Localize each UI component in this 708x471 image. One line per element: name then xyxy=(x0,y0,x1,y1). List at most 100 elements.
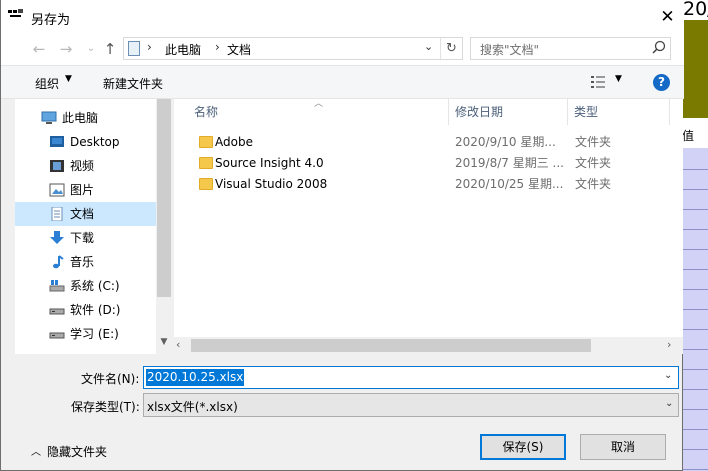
file-date: 2020/10/25 星期... xyxy=(455,177,564,191)
scroll-left-arrow-icon[interactable]: ‹ xyxy=(176,338,180,351)
background-cell xyxy=(682,330,708,350)
file-date: 2019/8/7 星期三 ... xyxy=(455,156,564,170)
excel-app-icon xyxy=(8,9,24,23)
background-cell xyxy=(682,190,708,210)
close-button[interactable]: ✕ xyxy=(651,0,684,33)
back-arrow-icon[interactable]: ← xyxy=(29,39,49,59)
file-type: 文件夹 xyxy=(575,156,612,170)
sidebar-item-videos[interactable]: 视频 xyxy=(15,154,156,178)
dialog-title: 另存为 xyxy=(31,13,71,28)
file-name: Visual Studio 2008 xyxy=(215,177,328,191)
table-row[interactable]: Visual Studio 2008 2020/10/25 星期... 文件夹 xyxy=(190,174,670,195)
chevron-down-icon[interactable]: ⌄ xyxy=(665,398,673,409)
search-input[interactable]: 搜索"文档" xyxy=(470,37,671,60)
background-cell xyxy=(682,250,708,270)
recent-dropdown-icon[interactable]: ⌄ xyxy=(81,39,101,59)
column-header-date[interactable]: 修改日期 xyxy=(455,99,503,125)
breadcrumb-documents[interactable]: 文档 xyxy=(227,41,251,58)
background-cell xyxy=(682,370,708,390)
sidebar-item-label: Desktop xyxy=(70,135,120,149)
column-divider[interactable] xyxy=(448,99,449,125)
column-divider[interactable] xyxy=(567,99,568,125)
download-icon xyxy=(50,231,64,244)
folder-icon xyxy=(199,157,213,169)
scrollbar-thumb[interactable] xyxy=(157,99,171,297)
folder-location-icon xyxy=(128,41,140,56)
file-date: 2020/9/10 星期... xyxy=(455,135,556,149)
hide-folders-label: 隐藏文件夹 xyxy=(47,445,108,459)
up-arrow-icon[interactable]: ↑ xyxy=(100,39,120,59)
address-bar[interactable]: › 此电脑 › 文档 ⌄ ↻ xyxy=(123,37,463,60)
sidebar-item-downloads[interactable]: 下载 xyxy=(15,226,156,250)
filetype-select[interactable]: xlsx文件(*.xlsx) ⌄ xyxy=(143,393,679,417)
sidebar-item-this-pc[interactable]: 此电脑 xyxy=(15,106,156,130)
drive-e-icon xyxy=(49,332,65,339)
sidebar-item-label: 学习 (E:) xyxy=(70,327,119,341)
file-type: 文件夹 xyxy=(575,177,612,191)
search-icon[interactable] xyxy=(650,39,668,57)
refresh-icon[interactable]: ↻ xyxy=(440,38,462,59)
background-cell xyxy=(682,310,708,330)
sidebar-item-drive-c[interactable]: 系统 (C:) xyxy=(15,274,156,298)
organize-button[interactable]: 组织 xyxy=(35,75,59,92)
sidebar-item-label: 文档 xyxy=(70,207,95,221)
pictures-icon xyxy=(49,183,65,197)
filename-field[interactable]: 2020.10.25.xlsx ⌄ xyxy=(143,366,679,389)
scroll-right-arrow-icon[interactable]: › xyxy=(667,338,671,351)
chevron-down-icon[interactable]: ⌄ xyxy=(664,370,672,381)
sort-ascending-icon: ︿ xyxy=(314,99,324,109)
background-cell xyxy=(682,350,708,370)
help-icon[interactable]: ? xyxy=(653,74,670,91)
save-as-dialog: 另存为 ✕ ← → ⌄ ↑ › 此电脑 › 文档 ⌄ ↻ 搜索"文档" 组织 ▼… xyxy=(0,0,684,471)
view-options-icon[interactable] xyxy=(591,75,605,89)
column-divider[interactable] xyxy=(669,99,670,125)
new-folder-button[interactable]: 新建文件夹 xyxy=(103,75,163,92)
filetype-value: xlsx文件(*.xlsx) xyxy=(147,400,238,414)
filetype-label: 保存类型(T): xyxy=(71,400,140,414)
sidebar-item-label: 系统 (C:) xyxy=(70,279,120,293)
filename-label: 文件名(N): xyxy=(81,372,140,386)
desktop-icon xyxy=(50,136,64,147)
save-button[interactable]: 保存(S) xyxy=(480,434,566,460)
sidebar-item-music[interactable]: 音乐 xyxy=(15,250,156,274)
chevron-up-icon: ︿ xyxy=(31,447,41,458)
background-cell xyxy=(682,290,708,310)
address-dropdown-icon[interactable]: ⌄ xyxy=(424,40,433,53)
sidebar-item-documents[interactable]: 文档 xyxy=(15,202,156,226)
sidebar-item-label: 音乐 xyxy=(70,255,95,269)
breadcrumb-separator[interactable]: › xyxy=(215,40,220,54)
column-header-type[interactable]: 类型 xyxy=(574,99,598,125)
caret-down-icon[interactable]: ▼ xyxy=(65,74,72,84)
file-name: Source Insight 4.0 xyxy=(215,156,324,170)
forward-arrow-icon[interactable]: → xyxy=(56,39,76,59)
video-icon xyxy=(50,160,64,172)
background-grid-header-text: 值 xyxy=(682,129,695,143)
caret-down-icon[interactable]: ▼ xyxy=(615,74,622,84)
scrollbar-thumb[interactable] xyxy=(191,339,591,352)
drive-d-icon xyxy=(49,308,65,315)
sidebar-item-pictures[interactable]: 图片 xyxy=(15,178,156,202)
column-header-name[interactable]: 名称 xyxy=(194,99,218,125)
table-row[interactable]: Adobe 2020/9/10 星期... 文件夹 xyxy=(190,132,670,153)
close-icon: ✕ xyxy=(660,6,675,27)
background-cell xyxy=(682,410,708,430)
sidebar-item-label: 软件 (D:) xyxy=(70,303,121,317)
drive-c-icon xyxy=(49,280,65,292)
sidebar-item-drive-d[interactable]: 软件 (D:) xyxy=(15,298,156,322)
scroll-down-arrow-icon[interactable]: ▼ xyxy=(156,337,172,354)
folder-icon xyxy=(199,136,213,148)
sidebar-item-label: 图片 xyxy=(70,183,95,197)
sidebar-item-drive-e[interactable]: 学习 (E:) xyxy=(15,322,156,346)
sidebar-item-desktop[interactable]: Desktop xyxy=(15,130,156,154)
file-type: 文件夹 xyxy=(575,135,612,149)
folder-icon xyxy=(199,178,213,190)
navigation-scrollbar[interactable]: ▼ xyxy=(156,99,172,354)
table-row[interactable]: Source Insight 4.0 2019/8/7 星期三 ... 文件夹 xyxy=(190,153,670,174)
filename-value[interactable]: 2020.10.25.xlsx xyxy=(146,369,245,386)
breadcrumb-this-pc[interactable]: 此电脑 xyxy=(165,41,201,58)
cancel-button[interactable]: 取消 xyxy=(580,434,666,460)
file-list: ︿ 名称 修改日期 类型 Adobe 2020/9/10 星期... 文件夹 S… xyxy=(174,99,683,354)
horizontal-scrollbar[interactable]: ‹ › xyxy=(174,337,683,354)
title-bar[interactable]: 另存为 ✕ xyxy=(1,0,684,33)
background-cell xyxy=(682,390,708,410)
